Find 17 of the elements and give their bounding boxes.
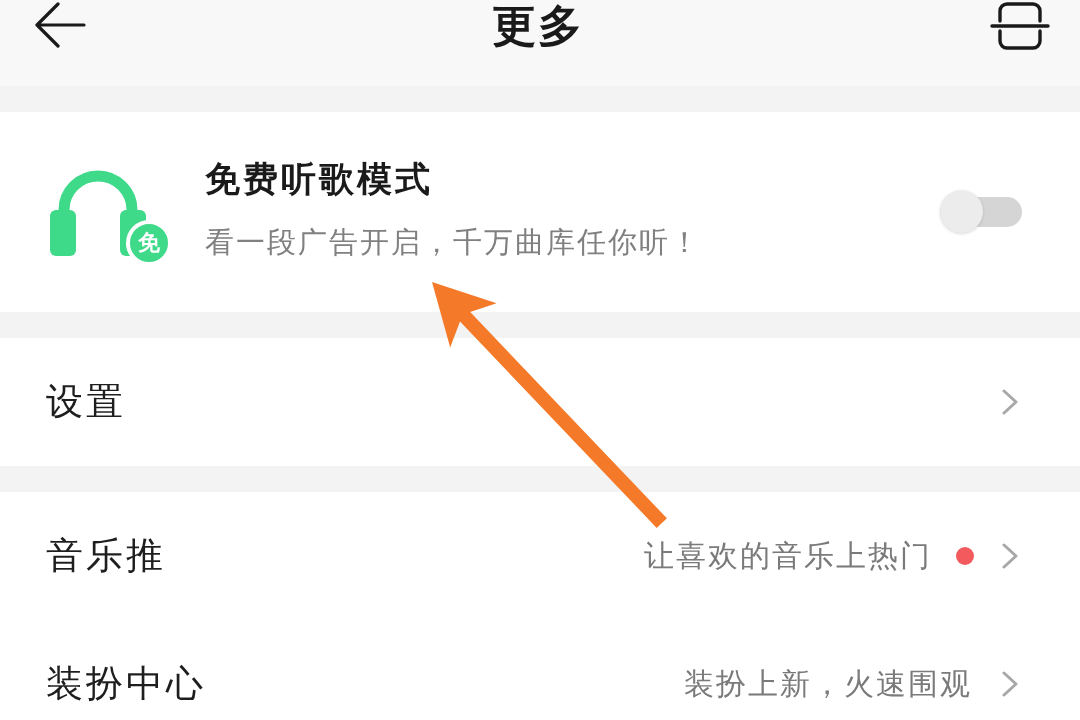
back-arrow-icon[interactable] bbox=[34, 2, 86, 48]
menu-item-label: 音乐推 bbox=[46, 534, 167, 578]
menu-item[interactable]: 音乐推 让喜欢的音乐上热门 bbox=[0, 492, 1080, 620]
free-mode-title: 免费听歌模式 bbox=[205, 158, 434, 201]
menu-item[interactable]: 设置 bbox=[0, 338, 1080, 466]
menu-item-hint: 装扮上新，火速围观 bbox=[684, 665, 972, 703]
menu-item[interactable]: 装扮中心 装扮上新，火速围观 bbox=[0, 620, 1080, 720]
chevron-right-icon bbox=[1002, 543, 1018, 569]
chevron-right-icon bbox=[1002, 389, 1018, 415]
toggle-switch[interactable] bbox=[940, 190, 1022, 234]
page-title: 更多 bbox=[492, 2, 584, 50]
menu-item-label: 设置 bbox=[46, 380, 127, 424]
scan-icon[interactable] bbox=[990, 2, 1050, 50]
free-mode-description: 看一段广告开启，千万曲库任你听！ bbox=[205, 224, 702, 260]
chevron-right-icon bbox=[1002, 671, 1018, 697]
menu-item-hint: 让喜欢的音乐上热门 bbox=[644, 537, 932, 575]
menu-item-label: 装扮中心 bbox=[46, 662, 207, 706]
